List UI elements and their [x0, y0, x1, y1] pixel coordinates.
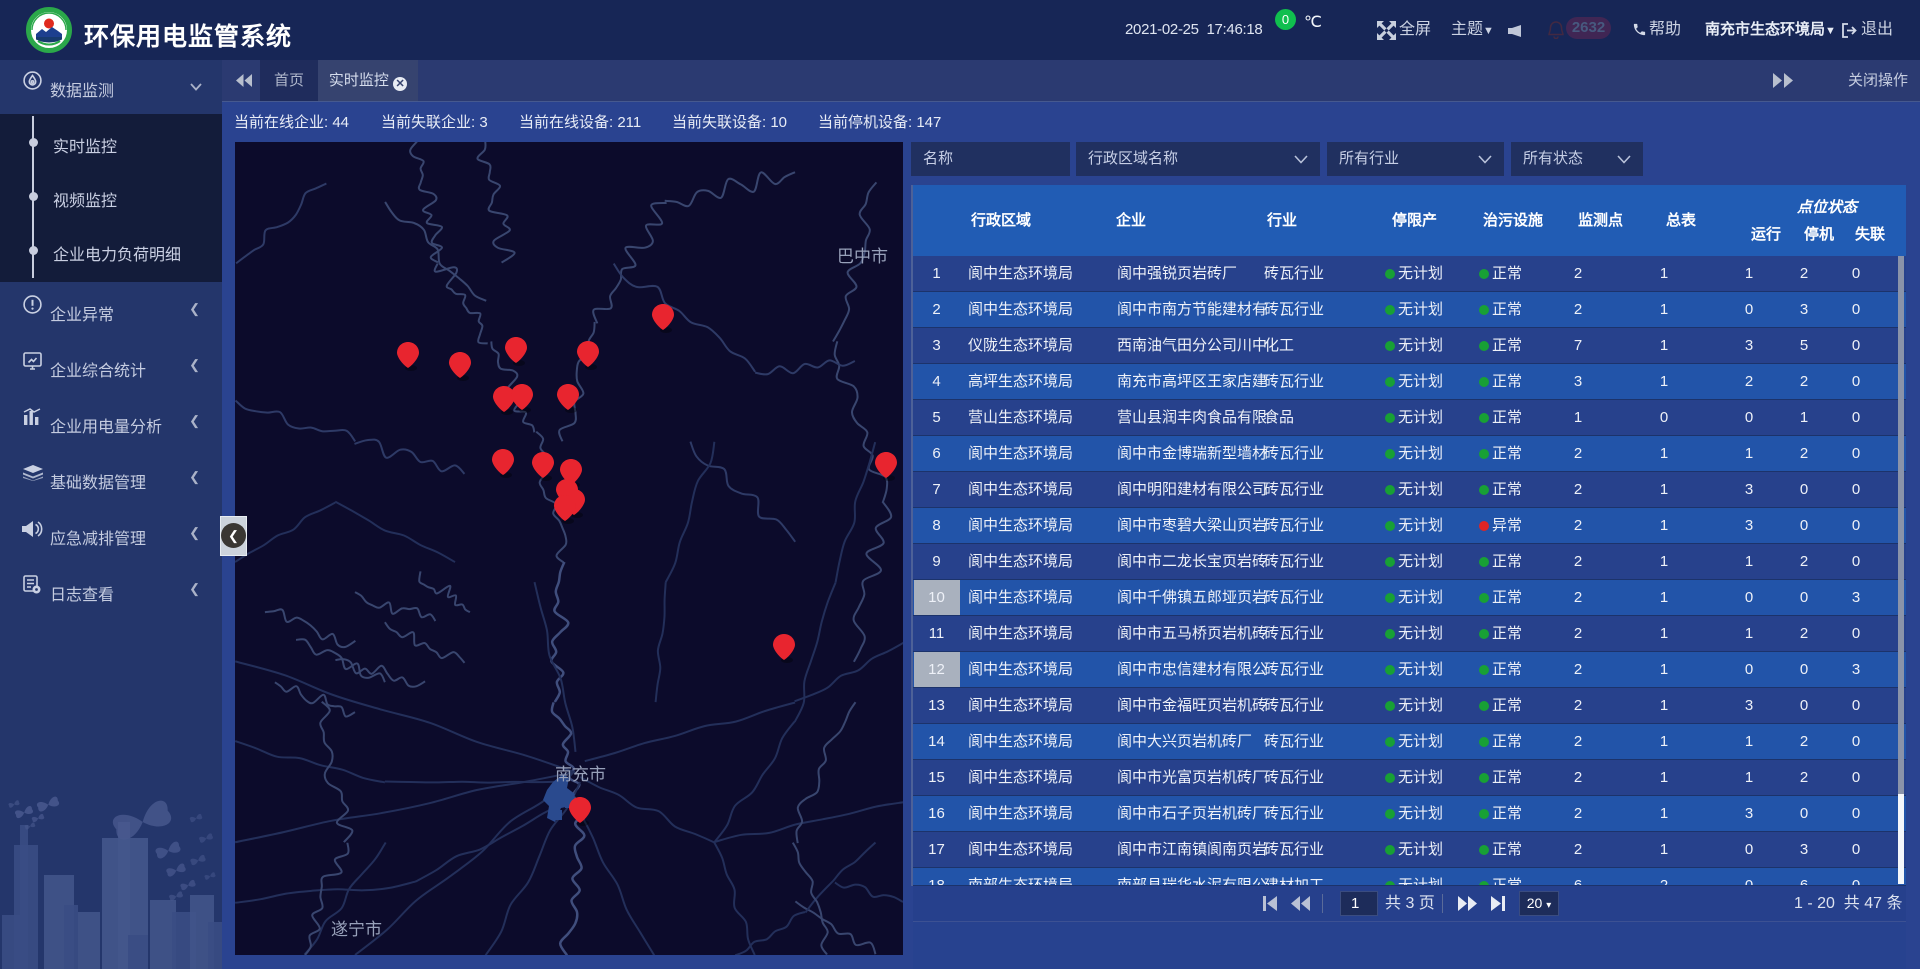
svg-text:遂宁市: 遂宁市: [331, 920, 382, 939]
svg-text:巴中市: 巴中市: [837, 247, 888, 266]
svg-text:南充市: 南充市: [555, 765, 606, 784]
